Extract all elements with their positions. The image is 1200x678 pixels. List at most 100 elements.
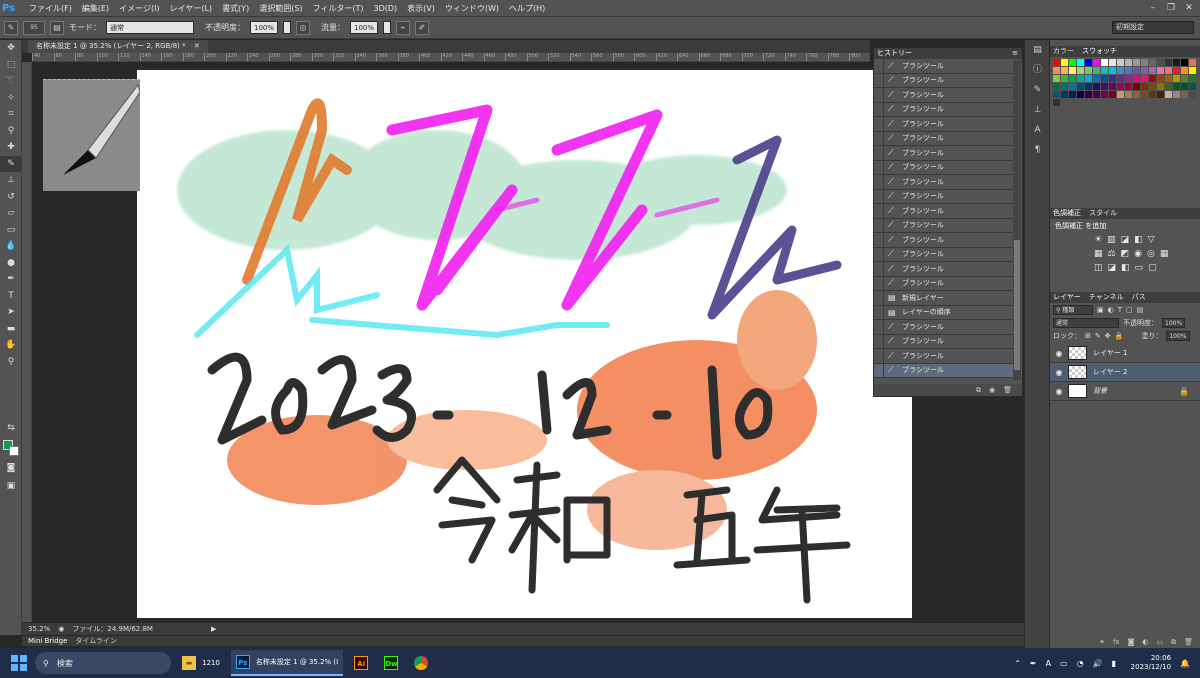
- vibrance-icon[interactable]: ▽: [1148, 235, 1155, 245]
- visibility-eye-icon[interactable]: ◉: [1050, 368, 1068, 377]
- color-swatch[interactable]: [1053, 99, 1060, 106]
- color-swatch[interactable]: [1109, 75, 1116, 82]
- layer-style-icon[interactable]: fx: [1113, 638, 1120, 648]
- history-item[interactable]: ⟋ ブラシツール: [874, 247, 1014, 262]
- marquee-tool-icon[interactable]: ⬚: [0, 57, 22, 74]
- color-swatch[interactable]: [1141, 83, 1148, 90]
- properties-panel-icon[interactable]: ⓘ: [1025, 60, 1050, 80]
- link-layers-icon[interactable]: ⚭: [1099, 638, 1105, 648]
- color-swatch[interactable]: [1173, 67, 1180, 74]
- color-swatch[interactable]: [1101, 75, 1108, 82]
- color-swatch[interactable]: [1109, 67, 1116, 74]
- color-swatch[interactable]: [1117, 91, 1124, 98]
- history-item[interactable]: ⟋ ブラシツール: [874, 334, 1014, 349]
- pen-tool-icon[interactable]: ✒: [0, 271, 22, 288]
- history-item[interactable]: ⟋ ブラシツール: [874, 189, 1014, 204]
- quick-select-tool-icon[interactable]: ✧: [0, 90, 22, 107]
- color-swatch[interactable]: [1157, 91, 1164, 98]
- color-swatch[interactable]: [1085, 59, 1092, 66]
- history-item[interactable]: ⟋ ブラシツール: [874, 363, 1014, 378]
- color-swatch[interactable]: [1189, 67, 1196, 74]
- color-swatch[interactable]: [1069, 75, 1076, 82]
- new-document-from-state-icon[interactable]: ⧉: [976, 384, 981, 396]
- layers-tab[interactable]: レイヤー: [1053, 292, 1081, 303]
- curves-icon[interactable]: ◪: [1121, 235, 1130, 245]
- history-item[interactable]: ⟋ ブラシツール: [874, 87, 1014, 103]
- history-item[interactable]: ⟋ ブラシツール: [874, 145, 1014, 161]
- color-swatch[interactable]: [1141, 91, 1148, 98]
- color-swatch[interactable]: [1069, 91, 1076, 98]
- document-tab[interactable]: 名称未設定 1 @ 35.2% (レイヤー 2, RGB/8) * ✕: [28, 40, 208, 53]
- airbrush-icon[interactable]: ⌁: [396, 20, 410, 35]
- lasso-tool-icon[interactable]: ➰: [0, 73, 22, 90]
- character-panel-icon[interactable]: A: [1025, 120, 1050, 140]
- background-color-swatch[interactable]: [9, 446, 19, 456]
- color-swatch[interactable]: [1165, 59, 1172, 66]
- posterize-icon[interactable]: ◪: [1108, 263, 1117, 273]
- lock-transparent-icon[interactable]: ⊞: [1085, 332, 1091, 340]
- restore-icon[interactable]: ❐: [1164, 1, 1178, 15]
- dodge-tool-icon[interactable]: ●: [0, 255, 22, 272]
- color-balance-icon[interactable]: ⚖: [1108, 249, 1116, 259]
- history-source-checkbox[interactable]: [874, 189, 884, 204]
- layer-opacity-field[interactable]: 100%: [1162, 317, 1186, 328]
- brightness-icon[interactable]: ☀: [1094, 235, 1102, 245]
- brush-tool-icon[interactable]: ✎: [4, 20, 18, 35]
- color-swatch[interactable]: [1125, 83, 1132, 90]
- hue-saturation-icon[interactable]: ▦: [1094, 249, 1103, 259]
- color-tab[interactable]: カラー: [1053, 46, 1074, 57]
- eraser-tool-icon[interactable]: ▱: [0, 205, 22, 222]
- color-swatch[interactable]: [1173, 75, 1180, 82]
- taskbar-search[interactable]: ⚲ 検索: [35, 652, 171, 674]
- brush-panel-icon[interactable]: ▤: [50, 20, 64, 35]
- delete-layer-icon[interactable]: 🗑: [1184, 638, 1193, 648]
- color-swatch[interactable]: [1141, 67, 1148, 74]
- taskbar-chrome[interactable]: [409, 650, 433, 676]
- minimize-icon[interactable]: –: [1146, 1, 1160, 15]
- brush-tool-icon[interactable]: ✎: [0, 155, 22, 172]
- color-swatch[interactable]: [1157, 67, 1164, 74]
- menu-item[interactable]: ヘルプ(H): [504, 0, 550, 17]
- gradient-map-icon[interactable]: ▭: [1135, 263, 1144, 273]
- color-swatch[interactable]: [1181, 75, 1188, 82]
- history-tab[interactable]: ヒストリー: [877, 48, 912, 59]
- history-source-checkbox[interactable]: [874, 102, 884, 117]
- color-swatch[interactable]: [1165, 67, 1172, 74]
- paths-tab[interactable]: パス: [1132, 292, 1146, 303]
- color-swatch[interactable]: [1149, 91, 1156, 98]
- color-swatch[interactable]: [1125, 75, 1132, 82]
- color-swatch[interactable]: [1061, 75, 1068, 82]
- color-swatch[interactable]: [1109, 59, 1116, 66]
- history-source-checkbox[interactable]: [874, 131, 884, 146]
- lock-all-icon[interactable]: 🔒: [1115, 332, 1124, 340]
- color-swatch[interactable]: [1125, 91, 1132, 98]
- adjustment-layer-icon[interactable]: ◐: [1142, 638, 1148, 648]
- color-swatch[interactable]: [1085, 75, 1092, 82]
- color-swatch[interactable]: [1109, 91, 1116, 98]
- history-brush-tool-icon[interactable]: ↺: [0, 189, 22, 206]
- history-source-checkbox[interactable]: [874, 261, 884, 276]
- filter-shape-icon[interactable]: ▢: [1126, 306, 1133, 314]
- color-swatch[interactable]: [1093, 67, 1100, 74]
- color-swatch[interactable]: [1157, 75, 1164, 82]
- menu-item[interactable]: 選択範囲(S): [254, 0, 307, 17]
- history-item[interactable]: ⟋ ブラシツール: [874, 73, 1014, 88]
- color-swatch[interactable]: [1053, 67, 1060, 74]
- panel-menu-icon[interactable]: ≡: [1012, 48, 1018, 59]
- notification-icon[interactable]: 🔔: [1180, 659, 1190, 668]
- color-swatch[interactable]: [1061, 83, 1068, 90]
- history-item[interactable]: ⟋ ブラシツール: [874, 160, 1014, 175]
- healing-tool-icon[interactable]: ✚: [0, 139, 22, 156]
- layer-row[interactable]: ◉ レイヤー 1: [1050, 344, 1200, 363]
- threshold-icon[interactable]: ◧: [1121, 263, 1130, 273]
- color-swatch[interactable]: [1133, 67, 1140, 74]
- document-canvas[interactable]: [137, 70, 912, 618]
- taskbar-dreamweaver[interactable]: Dw: [379, 650, 403, 676]
- color-swatch[interactable]: [1165, 75, 1172, 82]
- color-swatch[interactable]: [1077, 83, 1084, 90]
- color-swatch[interactable]: [1157, 83, 1164, 90]
- menu-item[interactable]: フィルター(T): [308, 0, 369, 17]
- color-swatch[interactable]: [1133, 75, 1140, 82]
- history-source-checkbox[interactable]: [874, 174, 884, 189]
- history-item[interactable]: ⟋ ブラシツール: [874, 58, 1014, 74]
